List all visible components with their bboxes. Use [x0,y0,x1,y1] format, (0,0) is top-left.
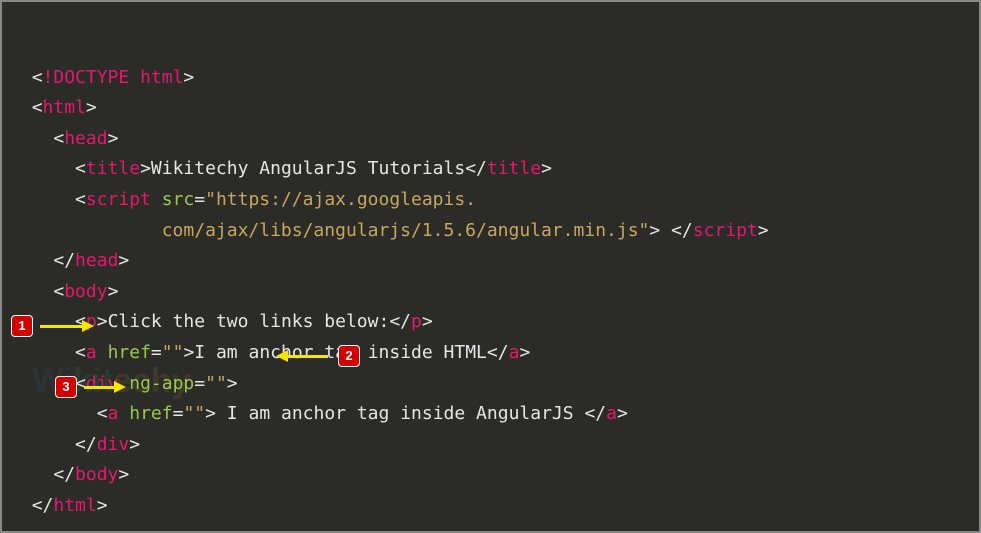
code-line: <head> [10,128,118,149]
code-line: </head> [10,250,129,271]
code-line: <!DOCTYPE html> [10,67,194,88]
code-line: <html> [10,97,97,118]
code-line: com/ajax/libs/angularjs/1.5.6/angular.mi… [10,220,769,241]
code-line: </div> [10,434,140,455]
arrow-left-icon [286,355,328,358]
arrow-right-icon [40,325,84,328]
code-line: <title>Wikitechy AngularJS Tutorials</ti… [10,158,552,179]
code-line: <a href=""> I am anchor tag inside Angul… [10,403,628,424]
arrow-right-icon [84,386,116,389]
annotation-badge-2: 2 [338,345,360,367]
code-line: <script src="https://ajax.googleapis. [10,189,476,210]
code-line: </html> [10,495,108,516]
code-line: <p>Click the two links below:</p> [10,311,433,332]
annotation-badge-1: 1 [11,315,33,337]
code-block: <!DOCTYPE html> <html> <head> <title>Wik… [10,32,971,522]
code-line: <body> [10,281,118,302]
annotation-badge-3: 3 [55,376,77,398]
code-line: </body> [10,464,129,485]
code-line: <a href="">I am anchor tag inside HTML</… [10,342,530,363]
